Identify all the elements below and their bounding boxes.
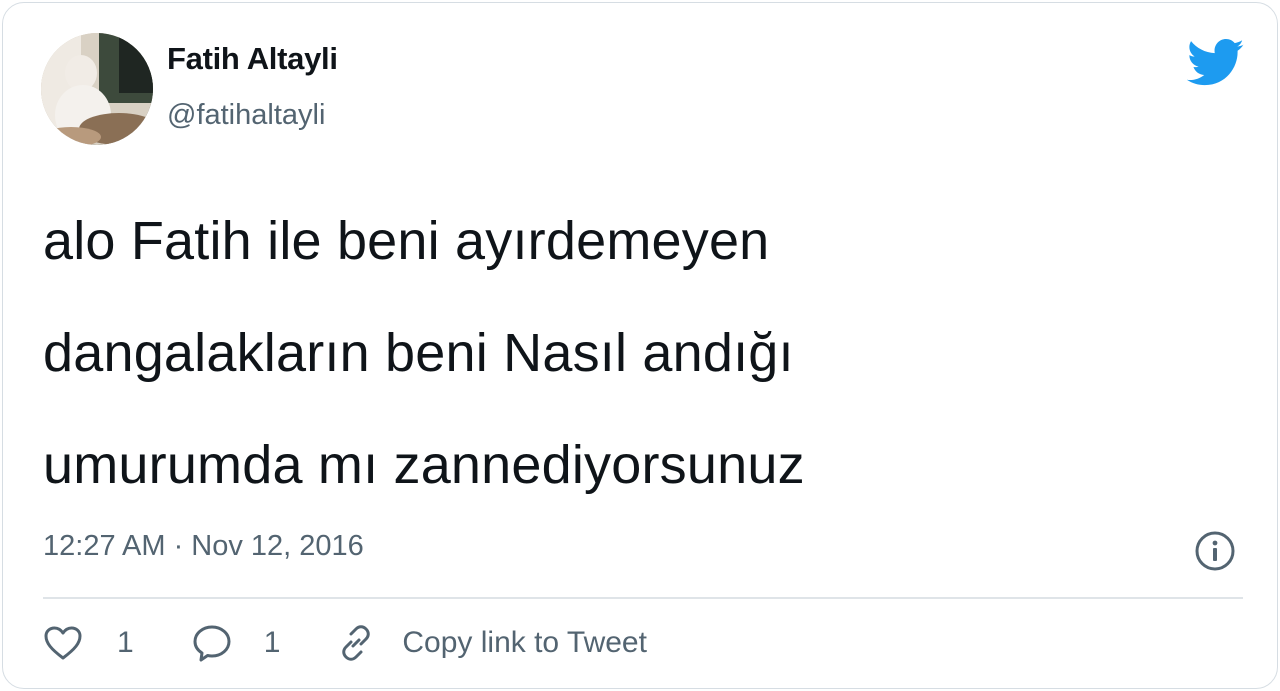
divider bbox=[43, 597, 1243, 599]
twitter-bird-icon[interactable] bbox=[1187, 39, 1245, 87]
copy-link-label: Copy link to Tweet bbox=[402, 626, 647, 659]
author-name[interactable]: Fatih Altayli bbox=[167, 41, 338, 77]
link-icon bbox=[342, 625, 371, 661]
avatar[interactable] bbox=[41, 33, 153, 145]
reply-count: 1 bbox=[263, 626, 281, 659]
like-button[interactable]: 1 bbox=[43, 625, 134, 661]
tweet-text: alo Fatih ile beni ayırdemeyen dangalakl… bbox=[43, 211, 805, 495]
tweet-card: Fatih Altayli @fatihaltayli alo Fatih il… bbox=[2, 2, 1278, 689]
tweet-actions: 1 1 Copy link to Tweet bbox=[43, 617, 647, 669]
copy-link-button[interactable]: Copy link to Tweet bbox=[336, 623, 647, 663]
tweet-timestamp[interactable]: 12:27 AM · Nov 12, 2016 bbox=[43, 530, 364, 563]
avatar-photo bbox=[41, 33, 153, 145]
info-icon[interactable] bbox=[1194, 530, 1236, 572]
like-count: 1 bbox=[117, 626, 134, 659]
heart-icon bbox=[44, 626, 82, 660]
author-handle[interactable]: @fatihaltayli bbox=[167, 99, 325, 132]
speech-bubble-icon bbox=[193, 625, 231, 662]
reply-button[interactable]: 1 bbox=[192, 624, 281, 662]
